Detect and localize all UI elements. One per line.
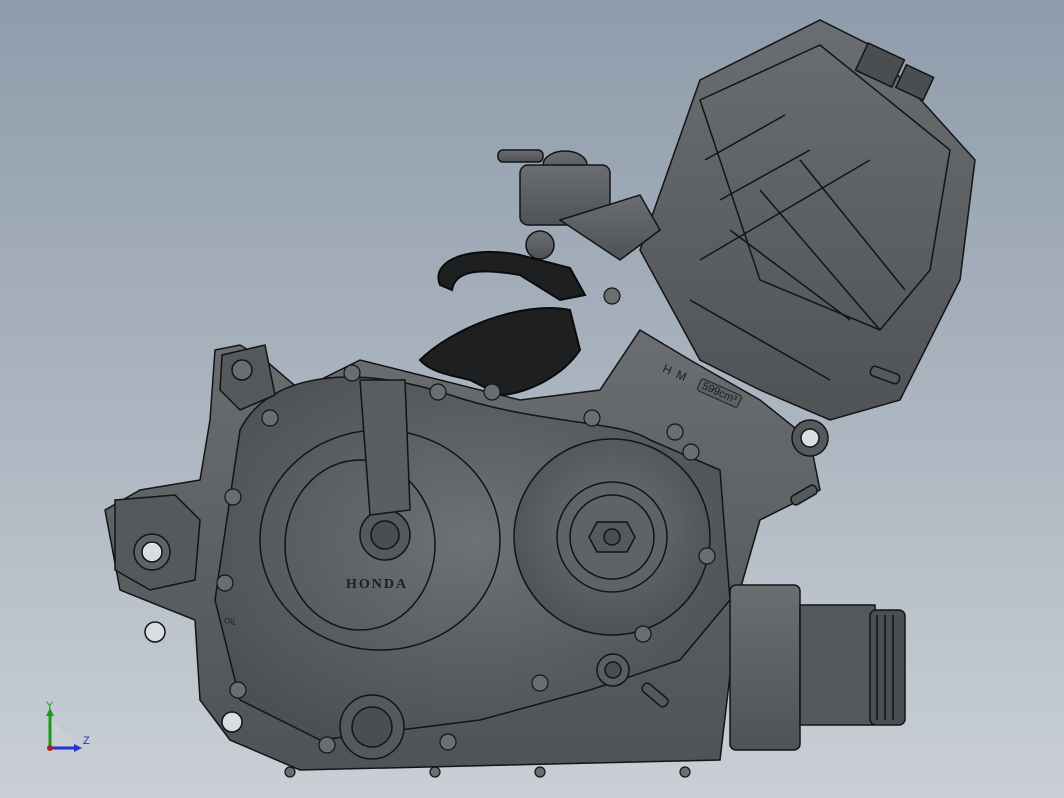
oil-filter: [729, 584, 906, 751]
brand-emboss: HONDA: [346, 577, 409, 592]
triad-plane: [50, 718, 80, 748]
triad-origin: [47, 745, 53, 751]
y-axis-label: Y: [46, 700, 54, 712]
z-axis-arrowhead: [74, 744, 82, 752]
thermostat-housing: [497, 149, 661, 261]
alternator-cover: [513, 438, 711, 636]
cad-viewport[interactable]: HONDA OIL HM 599cm³ Y Z: [0, 0, 1064, 798]
coolant-hose: [418, 250, 587, 397]
engine-model[interactable]: [0, 0, 1064, 798]
z-axis-label: Z: [83, 735, 90, 747]
